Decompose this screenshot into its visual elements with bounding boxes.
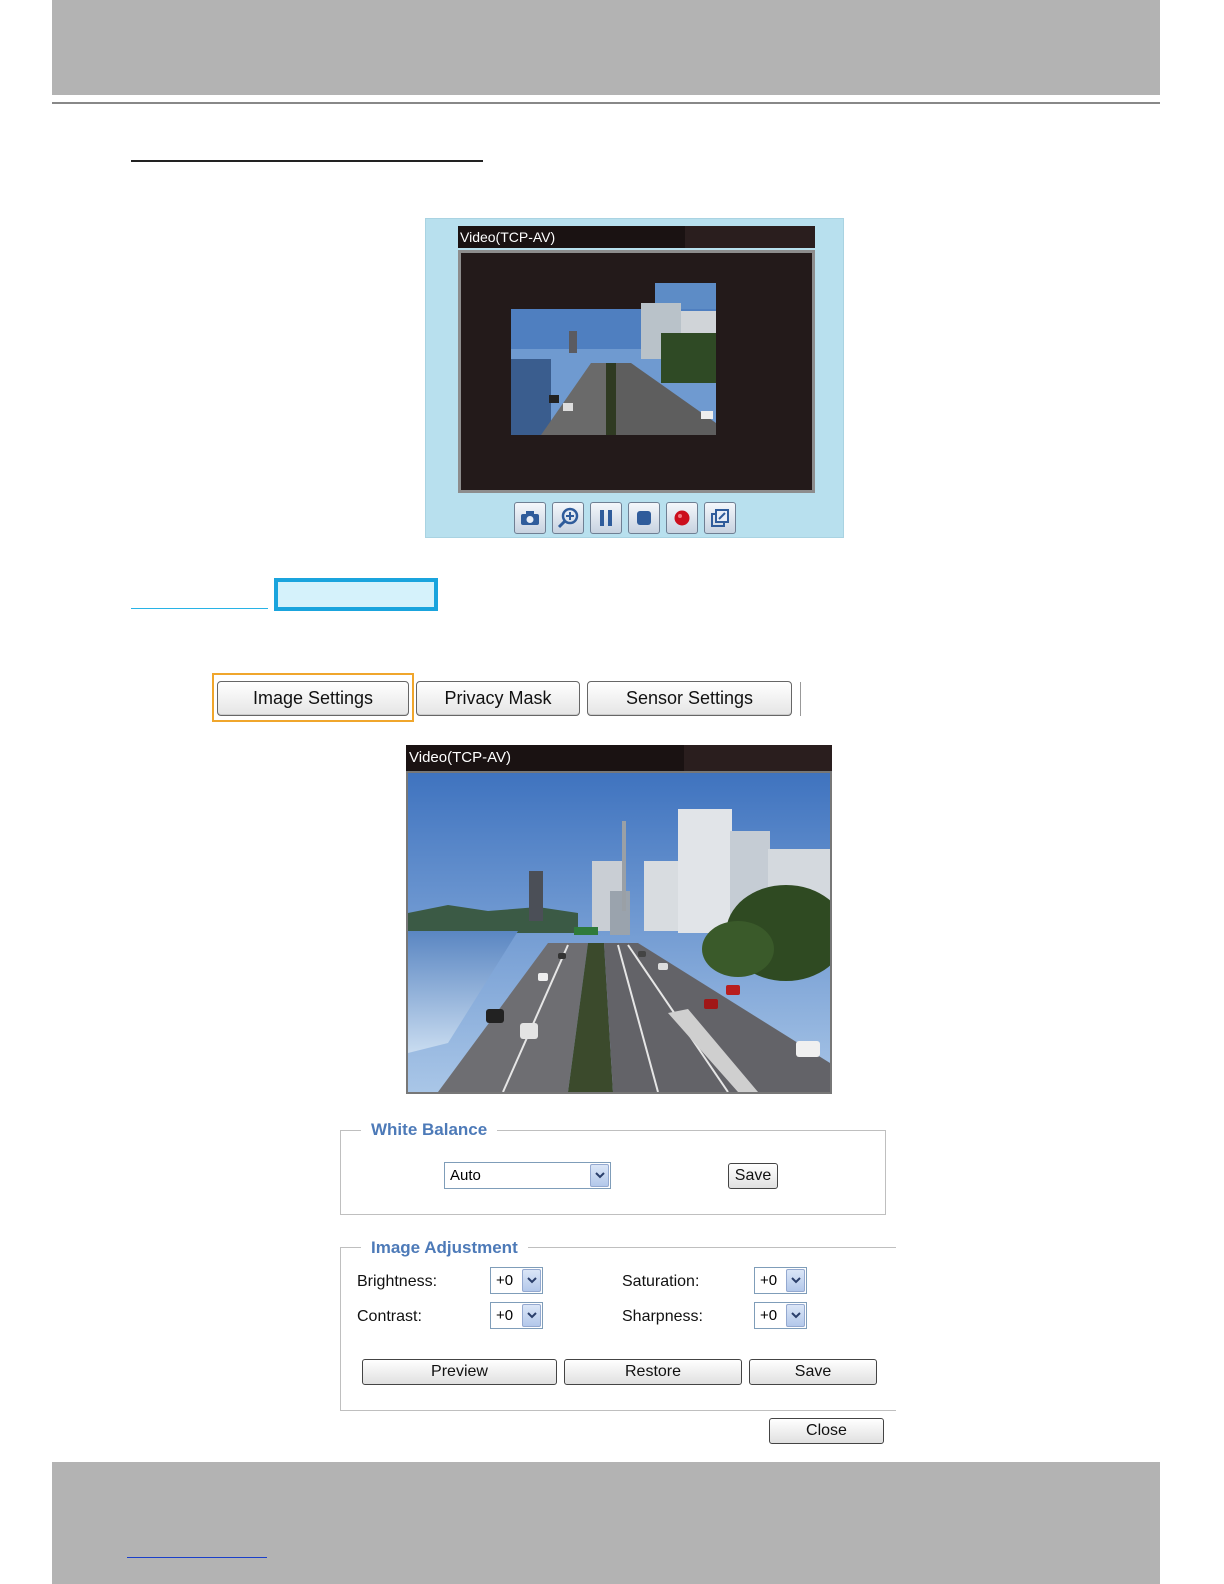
brightness-value: +0: [496, 1272, 514, 1289]
main-viewer-title: Video(TCP-AV): [409, 749, 511, 766]
main-viewer-titlebar: Video(TCP-AV): [406, 745, 832, 771]
link-underline[interactable]: [131, 608, 268, 609]
white-balance-fieldset: [340, 1130, 886, 1215]
contrast-value: +0: [496, 1307, 514, 1324]
pause-icon: [600, 510, 612, 526]
sharpness-value: +0: [760, 1307, 778, 1324]
white-balance-save-button[interactable]: Save: [728, 1163, 778, 1189]
chevron-down-icon: [522, 1269, 541, 1292]
saturation-label: Saturation:: [622, 1273, 700, 1290]
brightness-select[interactable]: +0: [490, 1267, 543, 1294]
chevron-down-icon: [590, 1164, 609, 1187]
restore-button[interactable]: Restore: [564, 1359, 742, 1385]
close-button[interactable]: Close: [769, 1418, 884, 1444]
chevron-down-icon: [786, 1269, 805, 1292]
brightness-label: Brightness:: [357, 1273, 438, 1290]
section-title-underline: [131, 160, 483, 162]
image-adjustment-fieldset: [340, 1247, 896, 1411]
fullscreen-button[interactable]: [704, 502, 736, 534]
record-button[interactable]: [666, 502, 698, 534]
snapshot-button[interactable]: [514, 502, 546, 534]
footer-band: [52, 1462, 1160, 1584]
contrast-select[interactable]: +0: [490, 1302, 543, 1329]
image-adjustment-legend: Image Adjustment: [361, 1238, 528, 1258]
white-balance-select[interactable]: Auto: [444, 1162, 611, 1189]
sharpness-label: Sharpness:: [622, 1308, 703, 1325]
saturation-value: +0: [760, 1272, 778, 1289]
stop-icon: [637, 511, 651, 525]
chevron-down-icon: [786, 1304, 805, 1327]
tab-sensor-settings[interactable]: Sensor Settings: [587, 681, 792, 716]
pause-button[interactable]: [590, 502, 622, 534]
main-video-image: [408, 773, 830, 1092]
saturation-select[interactable]: +0: [754, 1267, 807, 1294]
mini-viewer-title: Video(TCP-AV): [460, 229, 556, 245]
mini-viewer-controls: [514, 502, 736, 534]
image-adjustment-save-button[interactable]: Save: [749, 1359, 877, 1385]
record-icon: [674, 510, 690, 526]
stop-button[interactable]: [628, 502, 660, 534]
header-rule: [52, 102, 1160, 104]
zoom-in-icon: [557, 507, 579, 529]
tab-privacy-mask[interactable]: Privacy Mask: [416, 681, 580, 716]
camera-icon: [521, 511, 539, 525]
contrast-label: Contrast:: [357, 1308, 422, 1325]
fullscreen-icon: [711, 509, 729, 527]
mini-viewer-titlebar: Video(TCP-AV): [458, 226, 815, 248]
mini-video-viewer: Video(TCP-AV): [425, 218, 844, 538]
chevron-down-icon: [522, 1304, 541, 1327]
preview-button[interactable]: Preview: [362, 1359, 557, 1385]
sharpness-select[interactable]: +0: [754, 1302, 807, 1329]
white-balance-legend: White Balance: [361, 1120, 498, 1140]
digital-zoom-button[interactable]: [552, 502, 584, 534]
main-video-screen: [406, 771, 832, 1094]
tab-separator: [800, 682, 801, 716]
header-band: [52, 0, 1160, 95]
link-highlight-box[interactable]: [274, 578, 438, 611]
footer-link-underline[interactable]: [127, 1557, 267, 1558]
mini-video-image: [511, 283, 716, 435]
white-balance-value: Auto: [450, 1167, 481, 1184]
tab-image-settings[interactable]: Image Settings: [217, 681, 409, 716]
